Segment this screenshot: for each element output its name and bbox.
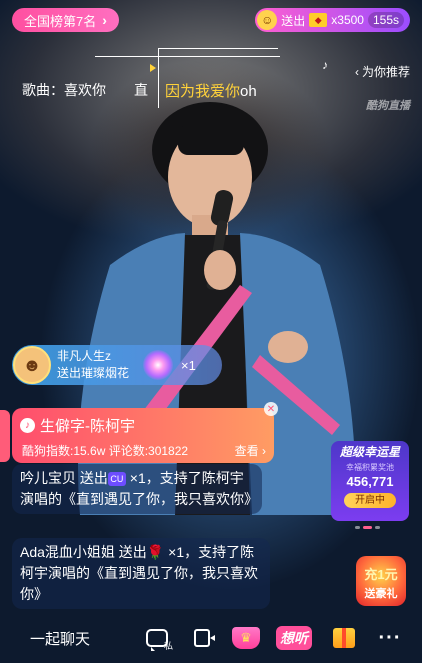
- lyric-guide-top: [158, 48, 278, 49]
- rose-icon: 🌹: [146, 544, 165, 560]
- lucky-title: 超级幸运星: [339, 445, 400, 459]
- current-lyric: 因为我爱你oh: [165, 80, 257, 101]
- want-listen-button[interactable]: 想听: [276, 624, 312, 652]
- rank-label: 全国榜第7名: [24, 13, 97, 29]
- song-card-title-text: 生僻字-陈柯宇: [40, 418, 135, 435]
- chat-message: Ada混血小姐姐 送出🌹 ×1，支持了陈柯宇演唱的《直到遇见了你，我只喜欢你》: [12, 538, 270, 609]
- lucky-status-button[interactable]: 开启中: [344, 493, 396, 508]
- gift-badge-icon: CU: [107, 472, 126, 487]
- recharge-promo-button[interactable]: 充1元 送豪礼: [356, 556, 406, 606]
- rank-badge[interactable]: 全国榜第7名 ›: [12, 8, 119, 32]
- recharge-bottom-text: 送豪礼: [364, 588, 398, 600]
- private-chat-button[interactable]: 私: [143, 624, 173, 652]
- gift-broadcast-pill[interactable]: ☺ 送出 ◆ x3500 155s: [255, 8, 410, 32]
- song-name: 喜欢你: [64, 82, 106, 98]
- gift-box-icon: ◆: [309, 13, 328, 27]
- carousel-dot-active: [363, 526, 372, 529]
- kugou-live-watermark: 酷狗直播: [366, 100, 410, 112]
- song-card[interactable]: ✕ ♪ 生僻字-陈柯宇 酷狗指数:15.6w 评论数:301822 查看 ›: [12, 402, 278, 463]
- current-lyric-rest: oh: [240, 83, 257, 100]
- video-button[interactable]: [188, 624, 216, 652]
- gift-user-name: 非凡人生z: [57, 349, 112, 363]
- recommend-button[interactable]: ‹ 为你推荐: [355, 63, 410, 80]
- lyric-pitch-marker: [150, 64, 156, 72]
- song-card-title: ♪ 生僻字-陈柯宇: [20, 415, 135, 436]
- carousel-dots: [355, 526, 380, 529]
- private-chat-label: 私: [163, 641, 173, 651]
- live-stream-view: 全国榜第7名 › ☺ 送出 ◆ x3500 155s ♪ 歌曲：喜欢你 直 因为…: [0, 0, 422, 663]
- chat-message-prefix: Ada混血小姐姐 送出: [20, 544, 147, 560]
- chevron-left-icon: ‹: [354, 64, 359, 79]
- gift-button[interactable]: [330, 624, 358, 652]
- chat-message-prefix: 吟儿宝贝 送出: [20, 470, 108, 486]
- gift-count: x3500: [331, 13, 364, 27]
- want-listen-logo: 想听: [276, 626, 312, 650]
- more-button[interactable]: ···: [376, 624, 404, 652]
- gift-sender-avatar: ☺: [257, 10, 278, 30]
- lucky-pool-value: 456,771: [346, 474, 394, 489]
- chevron-right-icon: ›: [102, 12, 107, 28]
- camera-icon: [194, 629, 215, 647]
- close-icon[interactable]: ✕: [264, 402, 278, 416]
- gift-action: 送出璀璨烟花: [57, 366, 130, 380]
- song-label-prefix: 歌曲：: [22, 82, 64, 98]
- lyric-guide-line: [95, 56, 280, 57]
- current-lyric-highlight: 因为我爱你: [165, 83, 241, 100]
- gift-notice-count: ×1: [181, 357, 196, 373]
- song-title: 歌曲：喜欢你: [22, 80, 106, 100]
- more-icon: ···: [378, 626, 402, 649]
- crown-icon: ♛: [232, 627, 260, 649]
- gift-notice-text: 非凡人生z 送出璀璨烟花: [57, 348, 129, 382]
- firework-icon: [143, 350, 174, 380]
- lucky-star-panel[interactable]: 超级幸运星 幸福积累奖池 456,771 开启中: [331, 441, 409, 521]
- bottom-toolbar: 一起聊天 私 ♛ 想听 ···: [0, 620, 422, 656]
- chat-input[interactable]: 一起聊天: [30, 628, 90, 649]
- carousel-dot: [375, 526, 380, 529]
- lucky-subtitle: 幸福积累奖池: [346, 463, 394, 472]
- carousel-dot: [355, 526, 360, 529]
- previous-lyric: 直: [134, 82, 148, 98]
- song-card-stats: 酷狗指数:15.6w 评论数:301822: [22, 444, 189, 458]
- recharge-top-text: 充1元: [364, 567, 398, 582]
- music-note-icon: ♪: [322, 58, 328, 72]
- gift-icon: [333, 628, 355, 648]
- song-card-edge-tab: [0, 410, 10, 462]
- recommend-label: 为你推荐: [361, 65, 410, 79]
- song-card-view-link[interactable]: 查看 ›: [235, 442, 266, 459]
- gift-notice-banner: ☻ 非凡人生z 送出璀璨烟花 ×1: [12, 345, 222, 385]
- gift-user-avatar[interactable]: ☻: [13, 346, 51, 384]
- gift-timer: 155s: [367, 12, 404, 28]
- music-disc-icon: ♪: [20, 418, 35, 433]
- crown-button[interactable]: ♛: [229, 624, 263, 652]
- chat-message: 吟儿宝贝 送出 CU ×1，支持了陈柯宇演唱的《直到遇见了你，我只喜欢你》: [12, 464, 262, 514]
- gift-send-label: 送出: [281, 13, 306, 28]
